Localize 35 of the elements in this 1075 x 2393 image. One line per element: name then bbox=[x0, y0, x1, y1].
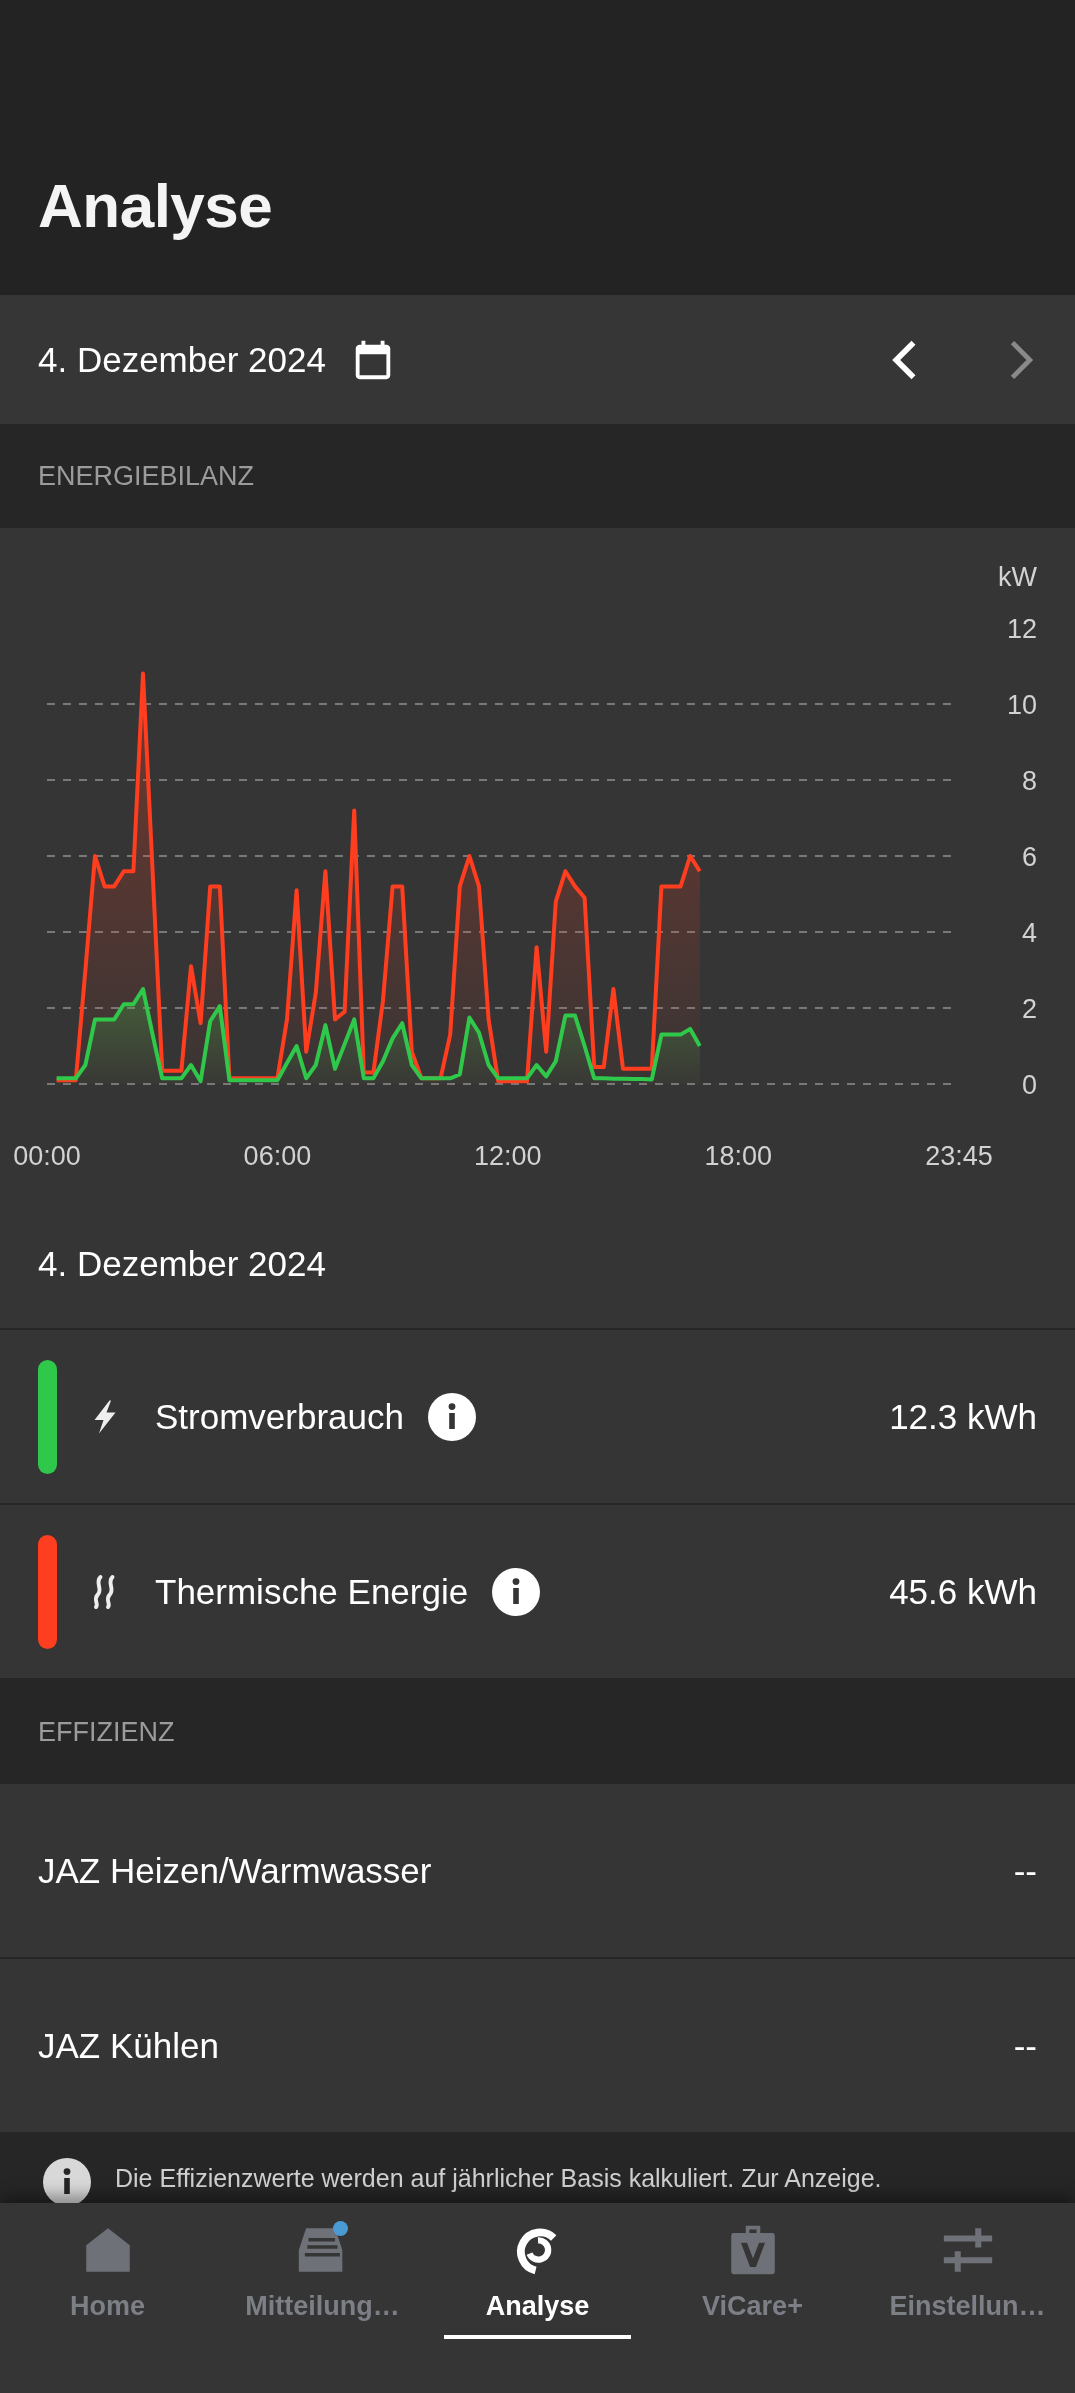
y-axis-label: 12 bbox=[1006, 614, 1037, 644]
section-heading: ENERGIEBILANZ bbox=[38, 460, 255, 492]
energy-value: 45.6 kWh bbox=[889, 1571, 1037, 1612]
energy-value: 12.3 kWh bbox=[889, 1396, 1037, 1437]
y-axis-label: 8 bbox=[1021, 766, 1037, 796]
nav-tab[interactable]: ViCare+ bbox=[645, 2203, 860, 2393]
date-label[interactable]: 4. Dezember 2024 bbox=[38, 339, 326, 380]
info-icon bbox=[43, 2158, 91, 2206]
unit-label: kW bbox=[998, 562, 1037, 592]
x-axis-label: 12:00 bbox=[474, 1141, 542, 1171]
nav-tab[interactable]: Home bbox=[0, 2203, 215, 2393]
date-label: 4. Dezember 2024 bbox=[38, 1244, 326, 1284]
x-axis-label: 23:45 bbox=[925, 1141, 993, 1171]
info-icon[interactable] bbox=[428, 1392, 476, 1441]
y-axis-label: 6 bbox=[1021, 842, 1037, 872]
legend-label: Thermische Energie bbox=[155, 1571, 469, 1612]
nav-tab[interactable]: Analyse bbox=[430, 2203, 645, 2393]
efficiency-value: -- bbox=[1013, 2025, 1037, 2066]
y-axis-label: 0 bbox=[1021, 1070, 1037, 1100]
x-axis-label: 06:00 bbox=[243, 1141, 312, 1171]
y-axis-label: 4 bbox=[1021, 918, 1037, 948]
efficiency-label: JAZ Kühlen bbox=[38, 2025, 219, 2066]
page-title: Analyse bbox=[38, 170, 273, 241]
efficiency-value: -- bbox=[1013, 1850, 1037, 1891]
x-axis-label: 00:00 bbox=[13, 1141, 81, 1171]
efficiency-label: JAZ Heizen/Warmwasser bbox=[38, 1850, 432, 1891]
info-icon[interactable] bbox=[492, 1567, 541, 1616]
section-heading: EFFIZIENZ bbox=[38, 1716, 175, 1748]
legend-label: Stromverbrauch bbox=[155, 1396, 404, 1437]
info-note: Die Effizienzwerte werden auf jährlicher Basis kalkuliert. Zur Anzeige. bbox=[115, 2163, 882, 2194]
y-axis-label: 2 bbox=[1021, 994, 1037, 1024]
nav-tab[interactable]: Einstellun… bbox=[860, 2203, 1075, 2393]
x-axis-label: 18:00 bbox=[704, 1141, 772, 1171]
nav-tab[interactable]: Mitteilung… bbox=[215, 2203, 430, 2393]
y-axis-label: 10 bbox=[1006, 690, 1037, 720]
